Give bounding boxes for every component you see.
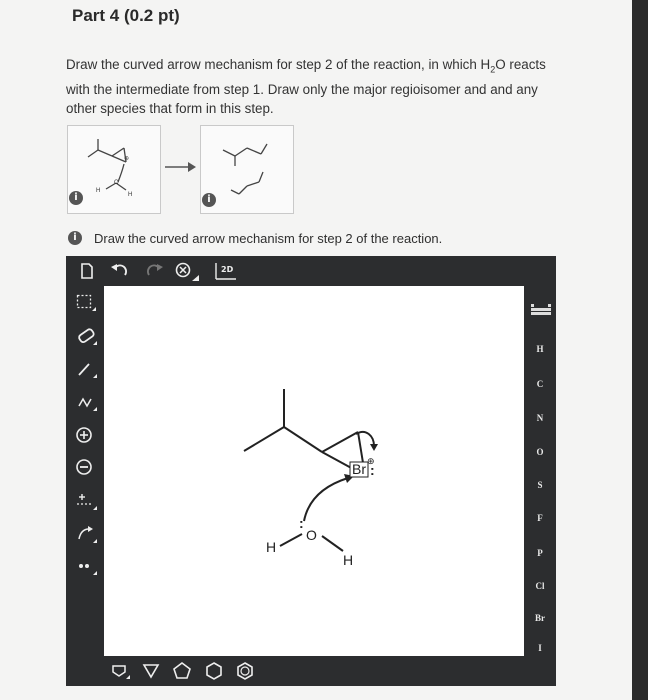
undo-icon[interactable]: [110, 264, 128, 278]
reaction-arrow-icon: [165, 162, 196, 172]
zoom-clear-icon[interactable]: [174, 262, 200, 282]
instructions-line-1: Draw the curved arrow mechanism for step…: [66, 57, 546, 75]
bromine-atom[interactable]: Br: [352, 461, 366, 477]
oxygen-atom[interactable]: O: [306, 527, 317, 543]
bond-break-arrowhead: [370, 444, 378, 451]
redo-icon[interactable]: [146, 264, 164, 278]
mechanism-structure: Br : ⊕ O : H H: [243, 389, 378, 568]
hydrogen-atom-left[interactable]: H: [266, 539, 276, 555]
hint-text: Draw the curved arrow mechanism for step…: [94, 231, 443, 246]
benzene-icon[interactable]: [234, 661, 256, 681]
cyclohexane-icon[interactable]: [204, 661, 224, 681]
2d-view-icon[interactable]: 2D: [214, 261, 238, 281]
element-cl[interactable]: Cl: [524, 581, 556, 591]
hint-info-icon[interactable]: i: [68, 231, 82, 245]
bromine-charge: ⊕: [367, 457, 375, 467]
editor-top-toolbar: 2D: [66, 256, 556, 286]
structure-editor: 2D Br: ⊕ O: H H H C N O S F P Cl Br I: [66, 256, 556, 686]
element-c[interactable]: C: [524, 379, 556, 389]
eraser-icon[interactable]: [76, 328, 98, 346]
step2-info-icon[interactable]: i: [202, 193, 216, 207]
negative-charge-icon[interactable]: [75, 458, 97, 478]
bond-icon[interactable]: [76, 361, 98, 379]
screen-bezel: [632, 0, 648, 700]
step1-info-icon[interactable]: i: [69, 191, 83, 205]
svg-text:H: H: [128, 192, 132, 198]
cyclopropane-icon[interactable]: [142, 662, 160, 680]
svg-text:⊕: ⊕: [124, 156, 129, 162]
element-s[interactable]: S: [524, 480, 556, 490]
marquee-select-icon[interactable]: [76, 294, 96, 312]
positive-charge-icon[interactable]: [75, 426, 97, 446]
cyclopentane-icon[interactable]: [172, 661, 192, 681]
instructions-line-2: with the intermediate from step 1. Draw …: [66, 81, 538, 97]
svg-text:H: H: [96, 188, 100, 194]
editor-right-toolbar: H C N O S F P Cl Br I: [524, 286, 556, 656]
lone-pair-icon[interactable]: [76, 558, 98, 576]
svg-text:2D: 2D: [221, 265, 234, 274]
element-n[interactable]: N: [524, 413, 556, 423]
element-i[interactable]: I: [524, 643, 556, 653]
element-h[interactable]: H: [524, 344, 556, 354]
hydrogen-atom-right[interactable]: H: [343, 552, 353, 568]
periodic-table-icon[interactable]: [530, 302, 552, 316]
svg-text:O: O: [114, 180, 119, 186]
new-document-icon[interactable]: [80, 263, 94, 279]
editor-bottom-toolbar: [66, 656, 556, 686]
charge-increment-icon[interactable]: [76, 491, 98, 511]
element-br[interactable]: Br: [524, 613, 556, 623]
curved-arrow-icon[interactable]: [76, 524, 98, 544]
part-title: Part 4 (0.2 pt): [72, 6, 180, 25]
element-p[interactable]: P: [524, 548, 556, 558]
instructions: Draw the curved arrow mechanism for step…: [66, 55, 571, 118]
question-page: Part 4 (0.2 pt) Draw the curved arrow me…: [0, 0, 632, 700]
chain-icon[interactable]: [76, 394, 98, 412]
drawing-canvas[interactable]: Br : ⊕ O : H H: [104, 286, 524, 656]
element-f[interactable]: F: [524, 513, 556, 523]
element-o[interactable]: O: [524, 447, 556, 457]
template-icon[interactable]: [110, 662, 130, 680]
oxygen-lone-pair: :: [299, 515, 304, 531]
editor-left-toolbar: [66, 286, 104, 656]
instructions-line-3: other species that form in this step.: [66, 100, 274, 116]
